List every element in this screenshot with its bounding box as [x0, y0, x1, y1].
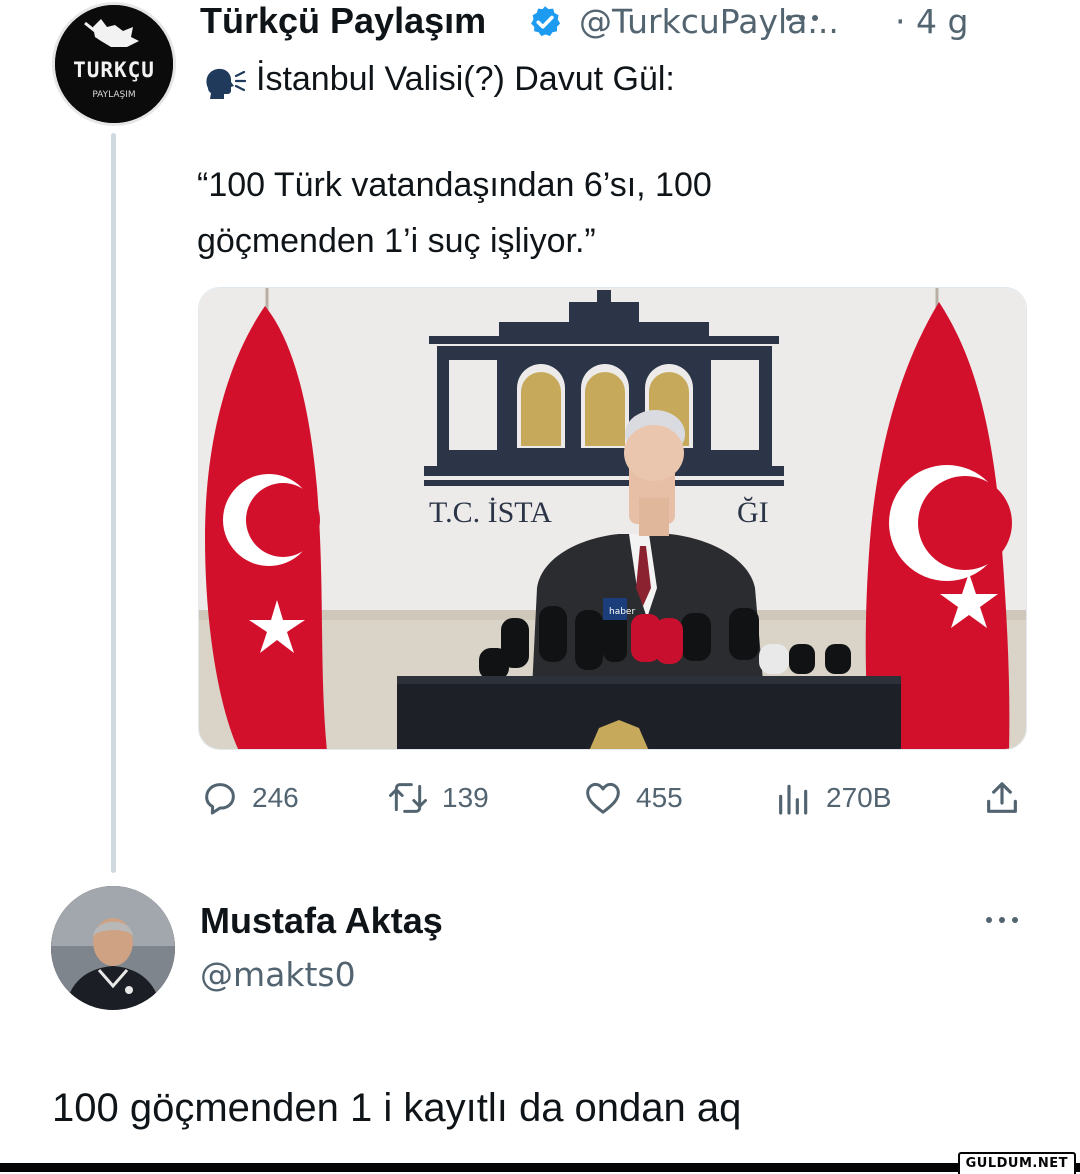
bar-chart-icon	[779, 784, 808, 815]
reply-button[interactable]: 246	[200, 776, 299, 820]
watermark-label: GULDUM.NET	[957, 1152, 1076, 1174]
like-count: 455	[636, 782, 683, 813]
svg-text:PAYLAŞIM: PAYLAŞIM	[92, 90, 135, 100]
more-dots-icon[interactable]	[986, 914, 1030, 926]
tweet-text-intro: İstanbul Valisi(?) Davut Gül:	[256, 60, 675, 98]
reply-author-display-name[interactable]: Mustafa Aktaş	[200, 900, 443, 942]
retweet-button[interactable]: 139	[386, 776, 489, 820]
avatar-mustafa-aktas[interactable]	[51, 886, 175, 1010]
tweet-quote-line-2: göçmenden 1’i suç işliyor.”	[197, 222, 596, 260]
avatar-turkcu-paylasim[interactable]: TURKÇU PAYLAŞIM	[52, 2, 176, 126]
reply-author-handle[interactable]: @makts0	[200, 955, 356, 994]
speaking-head-icon	[206, 68, 246, 99]
verified-badge-icon	[531, 6, 561, 36]
more-dots-icon[interactable]	[786, 12, 830, 24]
mic-label: haber	[609, 607, 635, 617]
tweet-timestamp[interactable]: · 4 g	[895, 2, 968, 41]
tweet-quote-line-1: “100 Türk vatandaşından 6’sı, 100	[197, 166, 712, 204]
profile-photo	[51, 886, 175, 1010]
author-display-name[interactable]: Türkçü Paylaşım	[200, 0, 486, 42]
share-upload-icon	[987, 782, 1017, 813]
share-button[interactable]	[982, 776, 1022, 820]
watermark-bar	[0, 1163, 1080, 1172]
like-button[interactable]: 455	[582, 776, 683, 820]
reply-text: 100 göçmenden 1 i kayıtlı da ondan aq	[52, 1086, 742, 1130]
views-button[interactable]: 270B	[774, 776, 891, 820]
thread-connector-line	[111, 133, 116, 873]
backdrop-sign-text: T.C. İSTA	[429, 496, 552, 529]
turkcu-logo-image: TURKÇU PAYLAŞIM	[55, 5, 173, 123]
heart-icon	[586, 782, 620, 814]
svg-text:TURKÇU: TURKÇU	[73, 58, 155, 82]
reply-count: 246	[252, 782, 299, 813]
backdrop-sign-text-end: ĞI	[737, 496, 769, 529]
view-count: 270B	[826, 782, 892, 813]
comment-bubble-icon	[205, 783, 235, 815]
tweet-header: Türkçü Paylaşım @TurkcuPayla... · 4 g	[200, 0, 1060, 44]
retweet-icon	[389, 783, 427, 813]
tweet-media-photo[interactable]: T.C. İSTA ĞI haber	[198, 287, 1027, 750]
retweet-count: 139	[442, 782, 489, 813]
